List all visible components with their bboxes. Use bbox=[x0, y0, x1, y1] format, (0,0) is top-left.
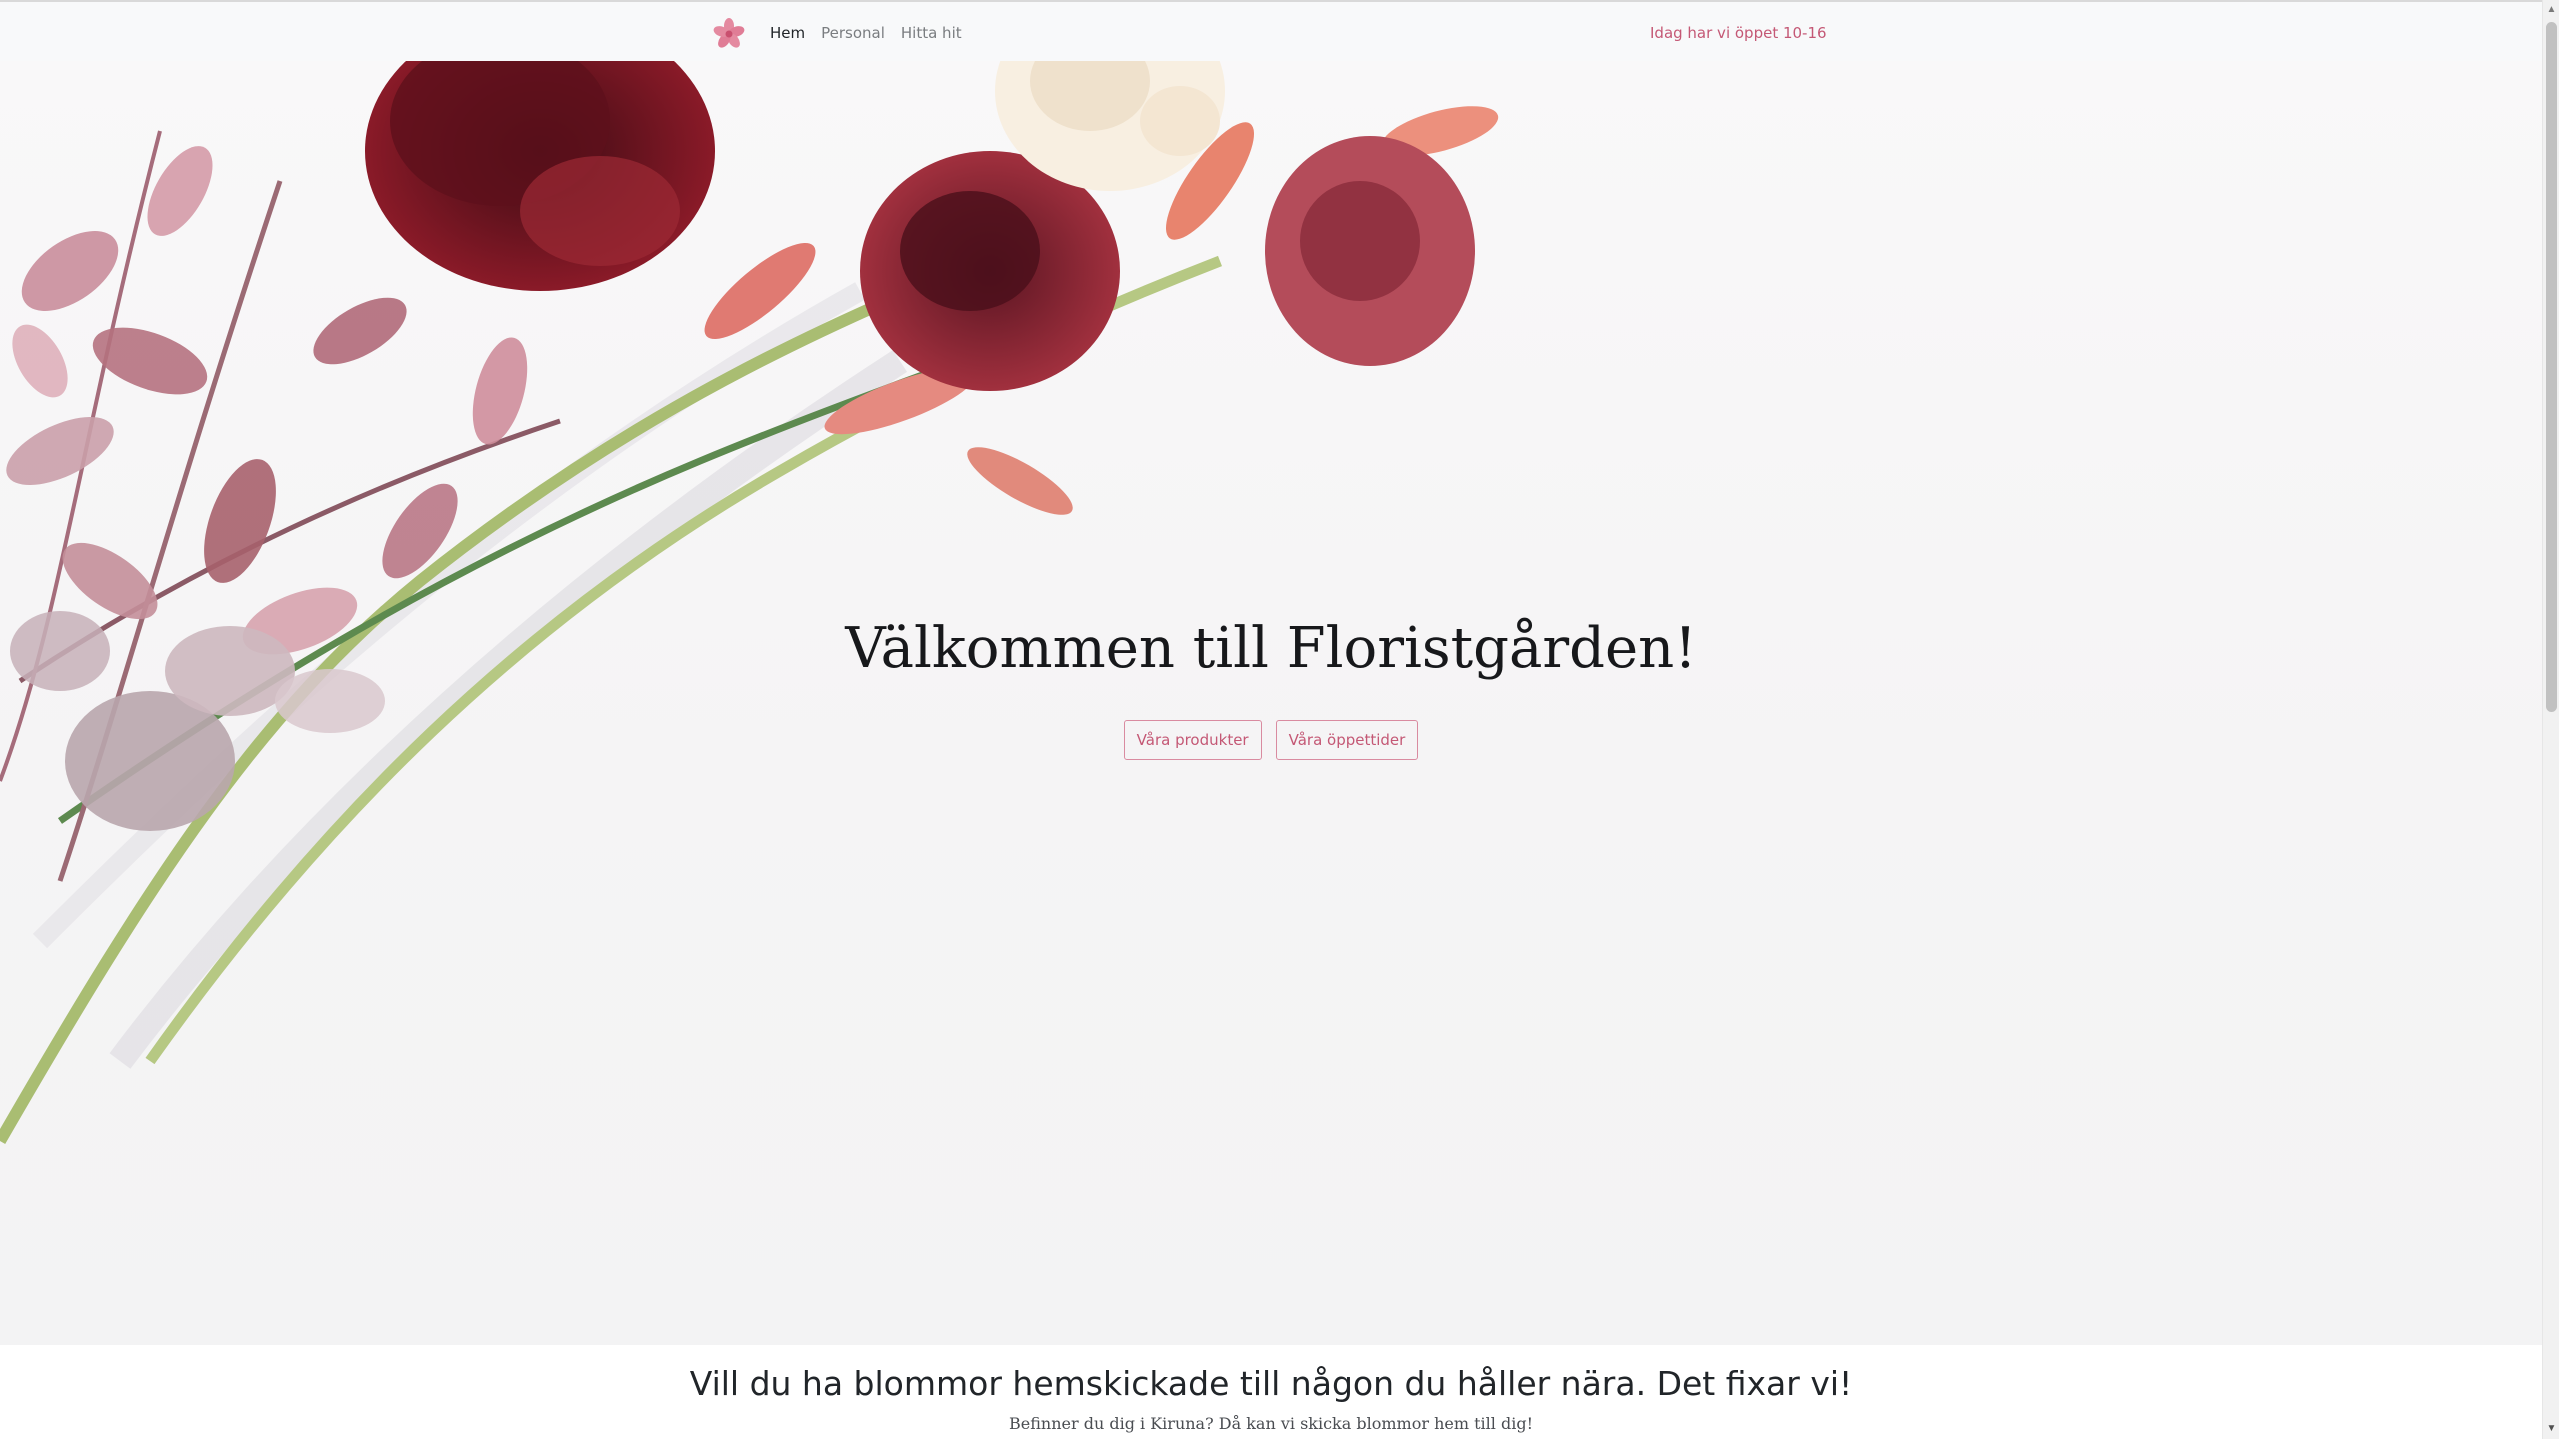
scrollbar-thumb[interactable] bbox=[2546, 22, 2557, 712]
nav-links: Hem Personal Hitta hit bbox=[770, 22, 978, 44]
opening-hours-button[interactable]: Våra öppettider bbox=[1275, 720, 1419, 760]
delivery-text: Befinner du dig i Kiruna? Då kan vi skic… bbox=[1008, 1414, 1534, 1433]
delivery-info-section: Vill du ha blommor hemskickade till någo… bbox=[0, 1345, 2542, 1439]
flower-icon[interactable] bbox=[712, 17, 746, 51]
scroll-down-arrow-icon[interactable]: ▼ bbox=[2543, 1421, 2559, 1437]
products-button[interactable]: Våra produkter bbox=[1123, 720, 1262, 760]
page: Hem Personal Hitta hit Idag har vi öppet… bbox=[0, 0, 2559, 1439]
hero-section: Välkommen till Floristgården! Våra produ… bbox=[0, 61, 2542, 1345]
nav-link-hem[interactable]: Hem bbox=[770, 22, 805, 44]
delivery-heading: Vill du ha blommor hemskickade till någo… bbox=[689, 1364, 1853, 1403]
opening-hours-status: Idag har vi öppet 10-16 bbox=[1650, 24, 1827, 42]
scroll-up-arrow-icon[interactable]: ▲ bbox=[2543, 2, 2559, 18]
nav-link-personal[interactable]: Personal bbox=[821, 22, 885, 44]
hero-title: Välkommen till Floristgården! bbox=[845, 616, 1697, 681]
hero-buttons: Våra produkter Våra öppettider bbox=[0, 720, 2542, 760]
nav-link-hitta-hit[interactable]: Hitta hit bbox=[901, 22, 962, 44]
page-scrollbar[interactable]: ▲ ▼ bbox=[2542, 0, 2559, 1439]
navbar: Hem Personal Hitta hit Idag har vi öppet… bbox=[0, 0, 2542, 61]
